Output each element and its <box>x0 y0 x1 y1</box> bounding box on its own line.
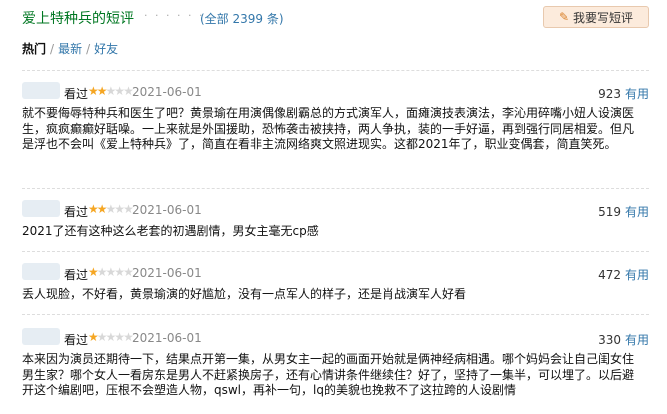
review-item: 看过 ★★★★★ 2021-06-01 923 有用 就不要侮辱特种兵和医生了吧？… <box>22 82 649 153</box>
tab-separator: / <box>86 42 91 56</box>
star-empty-icon: ★ <box>105 330 117 344</box>
review-content: 就不要侮辱特种兵和医生了吧？黄景瑜在用演偶像剧霸总的方式演军人，面瘫演技表演法，… <box>22 106 635 151</box>
review-item: 看过 ★★★★★ 2021-06-01 330 有用 本来因为演员还期待一下，结果… <box>22 328 649 399</box>
review-meta: 看过 ★★★★★ 2021-06-01 330 有用 <box>22 328 649 348</box>
divider <box>22 70 649 71</box>
useful-button[interactable]: 有用 <box>625 333 649 347</box>
write-review-label: 我要写短评 <box>573 10 634 25</box>
divider <box>22 314 649 315</box>
title-dots: · · · · · · <box>144 9 205 22</box>
star-empty-icon: ★ <box>105 265 117 279</box>
star-filled-icon: ★ <box>88 84 99 98</box>
vote-count: 519 <box>598 205 621 219</box>
tab-separator: / <box>50 42 55 56</box>
divider <box>22 188 649 189</box>
divider <box>22 251 649 252</box>
star-filled-icon: ★ <box>88 202 99 216</box>
vote-area: 472 有用 <box>598 266 649 283</box>
section-title[interactable]: 爱上特种兵的短评 <box>22 8 134 28</box>
rating-stars: ★★★★★ <box>88 202 134 216</box>
star-empty-icon: ★ <box>123 84 134 98</box>
star-filled-icon: ★ <box>96 84 108 98</box>
tab-friends[interactable]: 好友 <box>94 42 118 56</box>
review-meta: 看过 ★★★★★ 2021-06-01 923 有用 <box>22 82 649 102</box>
section-header: 爱上特种兵的短评 · · · · · · (全部 2399 条) ✎ 我要写短评 <box>22 6 649 30</box>
star-filled-icon: ★ <box>88 330 99 344</box>
star-empty-icon: ★ <box>123 330 134 344</box>
review-item: 看过 ★★★★★ 2021-06-01 472 有用 丢人现脸，不好看，黄景瑜演的… <box>22 263 649 303</box>
review-date: 2021-06-01 <box>132 266 202 280</box>
star-empty-icon: ★ <box>105 202 117 216</box>
tab-latest[interactable]: 最新 <box>58 42 82 56</box>
avatar[interactable] <box>22 263 60 280</box>
star-empty-icon: ★ <box>114 202 125 216</box>
rating-stars: ★★★★★ <box>88 330 134 344</box>
vote-count: 923 <box>598 87 621 101</box>
review-date: 2021-06-01 <box>132 331 202 345</box>
review-meta: 看过 ★★★★★ 2021-06-01 472 有用 <box>22 263 649 283</box>
vote-area: 519 有用 <box>598 203 649 220</box>
tab-hot[interactable]: 热门 <box>22 42 46 56</box>
sort-tabs: 热门 / 最新 / 好友 <box>22 40 118 57</box>
vote-area: 923 有用 <box>598 85 649 102</box>
useful-button[interactable]: 有用 <box>625 268 649 282</box>
review-item: 看过 ★★★★★ 2021-06-01 519 有用 2021了还有这种这么老套的… <box>22 200 649 240</box>
star-empty-icon: ★ <box>123 265 134 279</box>
useful-button[interactable]: 有用 <box>625 205 649 219</box>
review-content: 本来因为演员还期待一下，结果点开第一集，从男女主一起的画面开始就是俩神经病相遇。… <box>22 352 635 397</box>
star-empty-icon: ★ <box>114 265 125 279</box>
vote-area: 330 有用 <box>598 331 649 348</box>
vote-count: 330 <box>598 333 621 347</box>
star-empty-icon: ★ <box>96 265 108 279</box>
watched-status: 看过 <box>64 333 89 347</box>
star-empty-icon: ★ <box>114 84 125 98</box>
avatar[interactable] <box>22 200 60 217</box>
star-empty-icon: ★ <box>123 202 134 216</box>
vote-count: 472 <box>598 268 621 282</box>
star-filled-icon: ★ <box>96 202 108 216</box>
review-date: 2021-06-01 <box>132 203 202 217</box>
star-empty-icon: ★ <box>96 330 108 344</box>
avatar[interactable] <box>22 82 60 99</box>
watched-status: 看过 <box>64 268 89 282</box>
rating-stars: ★★★★★ <box>88 265 134 279</box>
write-review-button[interactable]: ✎ 我要写短评 <box>543 6 649 28</box>
star-empty-icon: ★ <box>105 84 117 98</box>
rating-stars: ★★★★★ <box>88 84 134 98</box>
review-content: 丢人现脸，不好看，黄景瑜演的好尴尬，没有一点军人的样子，还是肖战演军人好看 <box>22 287 467 301</box>
pencil-icon: ✎ <box>558 10 570 24</box>
avatar[interactable] <box>22 328 60 345</box>
review-date: 2021-06-01 <box>132 85 202 99</box>
review-meta: 看过 ★★★★★ 2021-06-01 519 有用 <box>22 200 649 220</box>
useful-button[interactable]: 有用 <box>625 87 649 101</box>
watched-status: 看过 <box>64 87 89 101</box>
star-filled-icon: ★ <box>88 265 99 279</box>
star-empty-icon: ★ <box>114 330 125 344</box>
total-count-link[interactable]: (全部 2399 条) <box>200 10 284 27</box>
watched-status: 看过 <box>64 205 89 219</box>
review-content: 2021了还有这种这么老套的初遇剧情，男女主毫无cp感 <box>22 224 319 238</box>
